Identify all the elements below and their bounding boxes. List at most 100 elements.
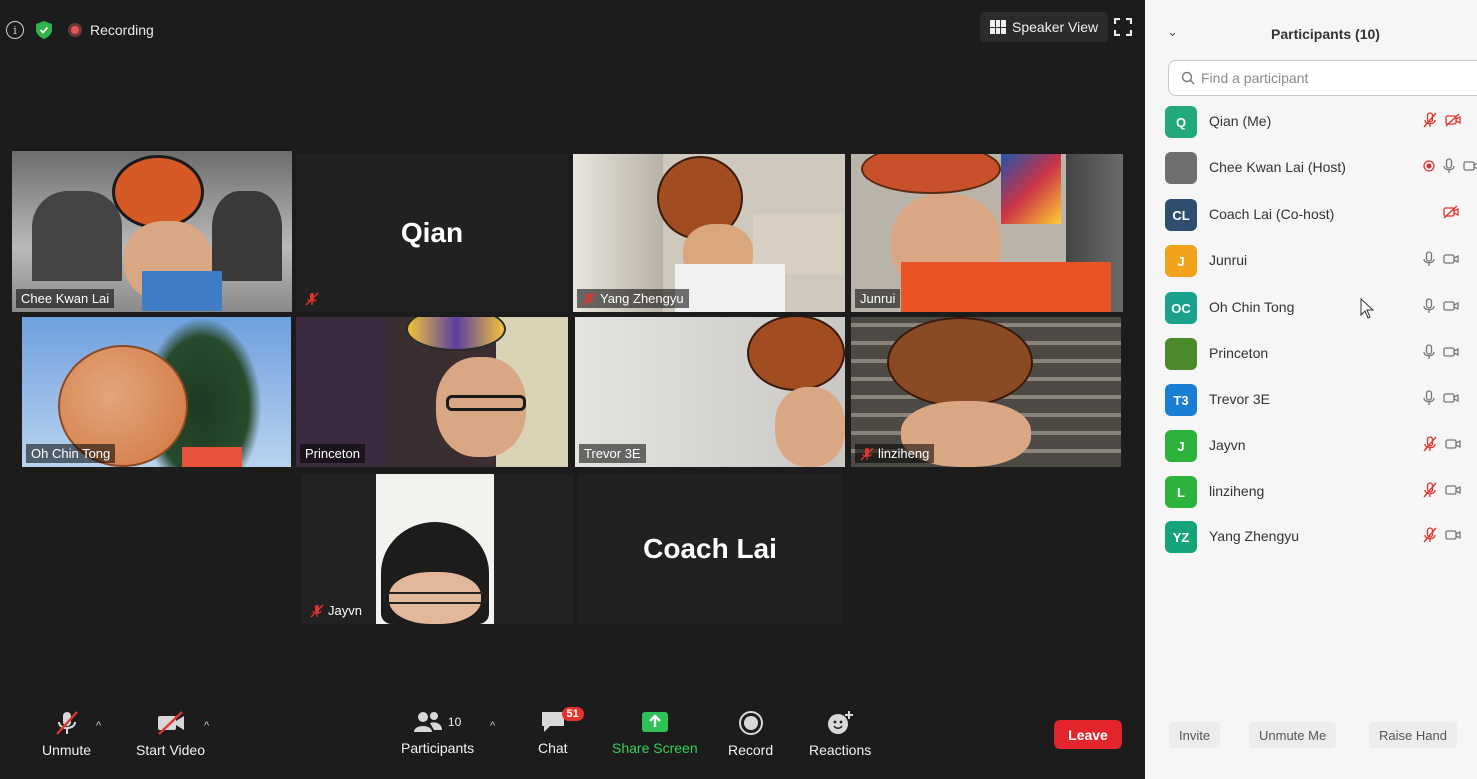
tile-name-label: Oh Chin Tong bbox=[26, 444, 116, 463]
participant-status-icons bbox=[1423, 390, 1459, 406]
participant-status-icons bbox=[1423, 112, 1461, 128]
participant-search-input[interactable] bbox=[1201, 70, 1461, 86]
video-options-chevron-icon[interactable]: ^ bbox=[204, 720, 209, 732]
unmute-button[interactable]: Unmute bbox=[42, 710, 91, 758]
meeting-status-bar: i Recording bbox=[6, 21, 154, 39]
chat-button[interactable]: 51 Chat bbox=[538, 707, 584, 756]
search-icon bbox=[1181, 71, 1195, 85]
unmute-me-button[interactable]: Unmute Me bbox=[1249, 722, 1337, 748]
video-tile-linziheng[interactable]: linziheng bbox=[851, 317, 1121, 467]
video-camera-icon bbox=[1445, 439, 1461, 449]
mic-icon bbox=[1443, 158, 1455, 173]
muted-mic-icon bbox=[310, 604, 324, 617]
mic-icon bbox=[1423, 390, 1435, 405]
reactions-smiley-icon bbox=[828, 711, 854, 734]
video-camera-icon bbox=[1445, 530, 1461, 540]
participant-status-icons bbox=[1423, 344, 1459, 360]
panel-title: Participants (10) bbox=[1271, 26, 1380, 42]
invite-button[interactable]: Invite bbox=[1169, 722, 1221, 748]
participant-row[interactable]: J Junrui bbox=[1145, 239, 1477, 283]
participant-status-icons bbox=[1423, 298, 1459, 314]
leave-meeting-button[interactable]: Leave bbox=[1054, 720, 1122, 749]
video-tile-jayvn[interactable]: Jayvn bbox=[301, 474, 573, 624]
participant-row[interactable]: Q Qian (Me) bbox=[1145, 100, 1477, 144]
tile-name-label: Junrui bbox=[855, 289, 901, 308]
participants-panel: ⌄ Participants (10) Q Qian (Me) Chee Kwan … bbox=[1145, 0, 1477, 779]
video-tile-oh-chin-tong[interactable]: Oh Chin Tong bbox=[22, 317, 291, 467]
avatar: T3 bbox=[1165, 384, 1197, 416]
participant-row[interactable]: YZ Yang Zhengyu bbox=[1145, 515, 1477, 559]
participant-name: linziheng bbox=[1209, 483, 1265, 499]
mouse-cursor-icon bbox=[1360, 298, 1375, 319]
record-button[interactable]: Record bbox=[728, 710, 773, 758]
speaker-view-button[interactable]: Speaker View bbox=[980, 12, 1109, 42]
video-tile-chee-kwan-lai[interactable]: Chee Kwan Lai bbox=[12, 151, 292, 312]
video-camera-icon bbox=[1443, 347, 1459, 357]
share-screen-button[interactable]: Share Screen bbox=[612, 710, 698, 756]
speaker-view-label: Speaker View bbox=[1012, 19, 1099, 35]
chat-unread-badge: 51 bbox=[561, 707, 584, 721]
muted-mic-icon bbox=[860, 447, 874, 460]
shield-icon[interactable] bbox=[36, 21, 52, 39]
recording-indicator[interactable]: Recording bbox=[68, 22, 154, 38]
video-off-icon bbox=[157, 711, 184, 735]
grid-view-icon bbox=[990, 20, 1006, 34]
muted-mic-icon bbox=[1423, 527, 1437, 543]
collapse-chevron-icon[interactable]: ⌄ bbox=[1167, 24, 1178, 40]
video-tile-coach-lai[interactable]: Coach Lai bbox=[578, 474, 842, 624]
tile-name-label: linziheng bbox=[855, 444, 935, 463]
tile-name-label: Chee Kwan Lai bbox=[16, 289, 115, 308]
panel-header: ⌄ Participants (10) bbox=[1145, 24, 1477, 48]
video-off-icon bbox=[1445, 113, 1461, 127]
participants-options-chevron-icon[interactable]: ^ bbox=[490, 720, 495, 732]
tile-name-label bbox=[300, 290, 324, 308]
tile-name-label: Jayvn bbox=[305, 601, 367, 620]
video-tile-princeton[interactable]: Princeton bbox=[296, 317, 568, 467]
mic-icon bbox=[1423, 298, 1435, 313]
participant-row[interactable]: Chee Kwan Lai (Host) bbox=[1145, 146, 1477, 190]
start-video-button[interactable]: Start Video bbox=[136, 710, 205, 758]
basketball-image bbox=[747, 317, 845, 391]
avatar: YZ bbox=[1165, 521, 1197, 553]
basketball-image bbox=[112, 155, 204, 229]
participant-status-icons bbox=[1423, 527, 1461, 543]
info-icon[interactable]: i bbox=[6, 21, 24, 39]
participant-row[interactable]: Llinziheng bbox=[1145, 470, 1477, 514]
reactions-button[interactable]: Reactions bbox=[809, 710, 871, 758]
muted-mic-icon bbox=[1423, 482, 1437, 498]
video-off-icon bbox=[1443, 205, 1459, 219]
participant-search-box[interactable] bbox=[1168, 60, 1477, 96]
video-camera-icon bbox=[1443, 393, 1459, 403]
recording-dot-icon bbox=[1423, 160, 1435, 172]
participant-name: Junrui bbox=[1209, 252, 1248, 268]
participant-status-icons bbox=[1423, 205, 1459, 219]
fullscreen-icon[interactable] bbox=[1114, 18, 1132, 36]
video-camera-icon bbox=[1443, 301, 1459, 311]
video-tile-yang-zhengyu[interactable]: Yang Zhengyu bbox=[573, 154, 845, 312]
participant-status-icons bbox=[1423, 158, 1477, 174]
video-tile-qian[interactable]: Qian bbox=[296, 154, 568, 312]
participant-row[interactable]: J Jayvn bbox=[1145, 424, 1477, 468]
participant-status-icons bbox=[1423, 251, 1459, 267]
video-tile-junrui[interactable]: Junrui bbox=[851, 154, 1123, 312]
participant-row[interactable]: Princeton bbox=[1145, 332, 1477, 376]
avatar: L bbox=[1165, 476, 1197, 508]
participant-row[interactable]: T3 Trevor 3E bbox=[1145, 378, 1477, 422]
audio-options-chevron-icon[interactable]: ^ bbox=[96, 720, 101, 732]
participant-row[interactable]: CL Coach Lai (Co-host) bbox=[1145, 193, 1477, 237]
basketball-image bbox=[887, 317, 1033, 407]
participant-name: Princeton bbox=[1209, 345, 1269, 361]
participant-row[interactable]: OC Oh Chin Tong bbox=[1145, 286, 1477, 330]
recording-dot-icon bbox=[68, 23, 82, 37]
tile-name-label: Yang Zhengyu bbox=[577, 289, 689, 308]
video-tile-trevor-3e[interactable]: Trevor 3E bbox=[575, 317, 845, 467]
participants-button[interactable]: 10 Participants bbox=[401, 710, 474, 756]
basketball-image bbox=[406, 317, 506, 351]
participant-status-icons bbox=[1423, 482, 1461, 498]
record-icon bbox=[738, 711, 763, 735]
raise-hand-button[interactable]: Raise Hand bbox=[1369, 722, 1457, 748]
video-camera-icon bbox=[1463, 161, 1477, 171]
muted-mic-icon bbox=[582, 292, 596, 305]
participants-icon bbox=[413, 712, 442, 732]
tile-name-label: Princeton bbox=[300, 444, 365, 463]
